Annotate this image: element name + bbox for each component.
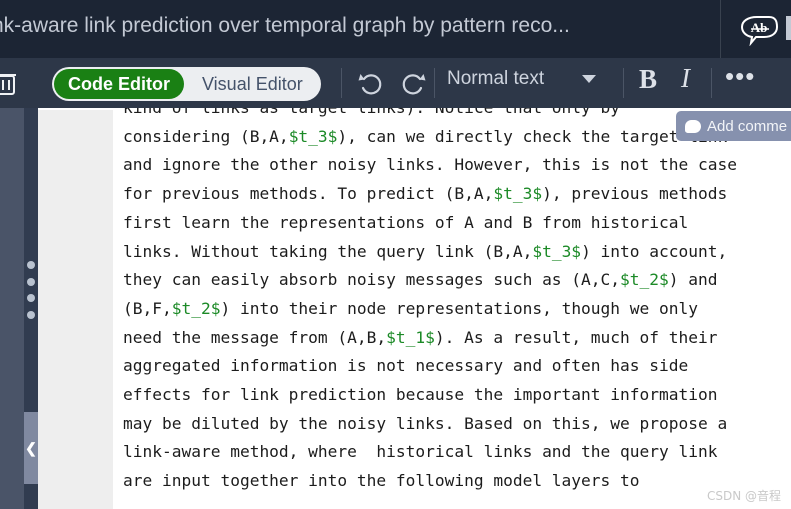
vertical-drag-handle[interactable] <box>25 261 36 319</box>
code-variable-token: $t_1$ <box>386 327 435 347</box>
toolbar-separator-2 <box>434 68 435 98</box>
text-style-value: Normal text <box>447 68 545 89</box>
drag-dot <box>26 261 35 269</box>
code-editor-area[interactable]: kind of links as target links). Notice t… <box>113 108 791 509</box>
code-line: link-aware method, where historical link… <box>123 438 791 467</box>
line-number-gutter <box>38 110 113 509</box>
code-text-token: links. Without taking the query link (B,… <box>123 241 533 261</box>
chevron-down-icon <box>582 75 597 83</box>
header-divider <box>720 0 721 58</box>
code-text-token: they can easily absorb noisy messages su… <box>123 270 621 290</box>
code-text-token: aggregated information is not necessary … <box>123 356 689 376</box>
code-text-token: ), previous methods <box>542 184 728 204</box>
toolbar-separator-3 <box>623 68 624 98</box>
code-variable-token: $t_3$ <box>532 241 582 261</box>
code-text-token: need the message from (A,B, <box>123 327 387 347</box>
code-text-token: and ignore the other noisy links. Howeve… <box>123 155 737 175</box>
code-text-token: considering (B,A, <box>123 126 289 146</box>
code-line: for previous methods. To predict (B,A,$t… <box>123 180 791 209</box>
watermark: CSDN @音程 <box>707 489 782 503</box>
code-line: and ignore the other noisy links. Howeve… <box>123 151 791 180</box>
code-line: may be diluted by the noisy links. Based… <box>123 410 791 439</box>
italic-button[interactable]: I <box>681 63 690 94</box>
app-header: nk-aware link prediction over temporal g… <box>0 0 791 58</box>
code-text-token: link-aware method, where historical link… <box>123 442 718 462</box>
code-line: links. Without taking the query link (B,… <box>123 238 791 267</box>
code-line: effects for link prediction because the … <box>123 381 791 410</box>
undo-button[interactable] <box>355 66 387 100</box>
code-text-token: effects for link prediction because the … <box>123 385 718 405</box>
code-text-token: for previous methods. To predict (B,A, <box>123 184 494 204</box>
code-text-token: ) into their node representations, thoug… <box>220 298 699 318</box>
code-line: need the message from (A,B,$t_1$). As a … <box>123 324 791 353</box>
comment-bubble-icon <box>685 119 701 133</box>
code-text-token: ) into account, <box>581 241 728 261</box>
toolbar-separator-4 <box>711 68 712 98</box>
code-text-token: ) and <box>668 270 718 290</box>
code-text-token: are input together into the following mo… <box>123 471 640 491</box>
code-text-token: ), can we directly check the target link <box>337 126 728 146</box>
more-options-button[interactable]: ••• <box>725 63 755 89</box>
text-style-select[interactable]: Normal text <box>447 68 597 90</box>
code-variable-token: $t_3$ <box>288 126 338 146</box>
redo-button[interactable] <box>397 66 429 100</box>
left-rail <box>0 108 24 509</box>
code-line: (B,F,$t_2$) into their node representati… <box>123 295 791 324</box>
code-variable-token: $t_2$ <box>620 270 669 290</box>
spellcheck-icon[interactable]: Ab <box>738 12 779 47</box>
code-text-token: (B,F, <box>123 298 172 318</box>
bold-button[interactable]: B <box>639 64 657 95</box>
code-line: are input together into the following mo… <box>123 467 791 496</box>
tab-visual-editor[interactable]: Visual Editor <box>188 69 319 99</box>
editor-application: nk-aware link prediction over temporal g… <box>0 0 791 509</box>
code-variable-token: $t_2$ <box>171 298 221 318</box>
code-text-token: ). As a result, much of their <box>434 327 718 347</box>
drag-dot <box>26 310 35 319</box>
page-title: nk-aware link prediction over temporal g… <box>0 14 570 37</box>
header-edge-indicator <box>786 16 791 40</box>
code-line: aggregated information is not necessary … <box>123 352 791 381</box>
trash-icon[interactable] <box>0 69 20 97</box>
drag-dot <box>26 277 35 286</box>
code-line: first learn the representations of A and… <box>123 209 791 238</box>
editor-mode-toggle: Code Editor Visual Editor <box>52 67 321 101</box>
spellcheck-icon-label: Ab <box>751 20 768 35</box>
code-variable-token: $t_3$ <box>493 184 543 204</box>
code-text-token: may be diluted by the noisy links. Based… <box>123 413 728 433</box>
toolbar-separator-1 <box>341 68 342 98</box>
code-text-token: kind of links as target links). Notice t… <box>123 108 620 117</box>
drag-dot <box>26 294 35 303</box>
add-comment-button[interactable]: Add comme <box>676 111 791 141</box>
code-line: they can easily absorb noisy messages su… <box>123 266 791 295</box>
collapse-panel-button[interactable]: ❮ <box>24 412 38 484</box>
tab-code-editor[interactable]: Code Editor <box>54 69 184 99</box>
code-text-token: first learn the representations of A and… <box>123 212 689 232</box>
add-comment-label: Add comme <box>707 117 788 135</box>
code-editor-text: kind of links as target links). Notice t… <box>123 108 791 496</box>
